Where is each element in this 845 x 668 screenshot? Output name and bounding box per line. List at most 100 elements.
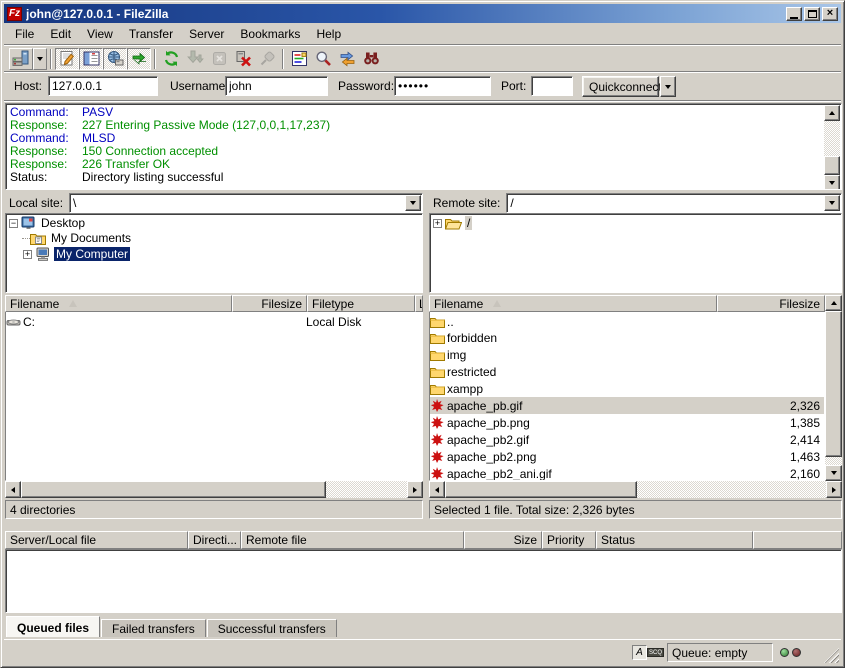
column-label: Priority [547, 533, 584, 547]
tree-item-label: My Documents [49, 231, 133, 245]
file-row[interactable]: .. [430, 312, 824, 329]
menu-bookmarks[interactable]: Bookmarks [232, 25, 308, 43]
site-manager-button[interactable] [9, 48, 33, 70]
toggle-transfer-queue-button[interactable] [127, 48, 151, 70]
scroll-up-button[interactable] [825, 295, 842, 311]
menu-edit[interactable]: Edit [42, 25, 79, 43]
host-input[interactable] [48, 76, 158, 96]
scroll-left-button[interactable] [429, 481, 445, 498]
disconnect-button[interactable] [231, 48, 255, 70]
scroll-down-button[interactable] [824, 175, 840, 190]
scrollbar-track[interactable] [637, 481, 826, 498]
file-row[interactable]: forbidden [430, 329, 824, 346]
tab-failed-transfers[interactable]: Failed transfers [101, 619, 206, 637]
file-row[interactable]: apache_pb2.png 1,463 [430, 448, 824, 465]
scroll-right-button[interactable] [407, 481, 423, 498]
file-row[interactable]: xampp [430, 380, 824, 397]
file-row-c-drive[interactable]: C: Local Disk [6, 312, 422, 329]
tab-queued-files[interactable]: Queued files [6, 616, 100, 637]
toggle-remote-tree-button[interactable] [103, 48, 127, 70]
column-header-server-local-file[interactable]: Server/Local file [5, 531, 188, 549]
expand-icon[interactable]: + [23, 250, 32, 259]
quickconnect-dropdown-button[interactable] [660, 76, 676, 97]
column-label: Status [601, 533, 635, 547]
remote-list-horizontal-scrollbar[interactable] [429, 481, 842, 498]
sort-ascending-icon [69, 300, 77, 307]
file-row[interactable]: restricted [430, 363, 824, 380]
local-site-combo[interactable]: \ [69, 193, 423, 213]
process-queue-button[interactable] [183, 48, 207, 70]
directory-comparison-button[interactable] [335, 48, 359, 70]
collapse-icon[interactable]: − [9, 219, 18, 228]
menu-transfer[interactable]: Transfer [121, 25, 181, 43]
menu-server[interactable]: Server [181, 25, 232, 43]
column-header-priority[interactable]: Priority [542, 531, 596, 549]
scrollbar-thumb[interactable] [825, 311, 842, 457]
scroll-up-button[interactable] [824, 105, 840, 121]
title-bar[interactable]: Fz john@127.0.0.1 - FileZilla × [4, 4, 841, 23]
column-header-status[interactable]: Status [596, 531, 753, 549]
remote-site-combo[interactable]: / [506, 193, 842, 213]
filter-list-icon [291, 50, 308, 67]
site-manager-dropdown-button[interactable] [33, 48, 47, 70]
resize-grip[interactable] [824, 648, 839, 663]
menu-view[interactable]: View [79, 25, 121, 43]
file-row-selected[interactable]: apache_pb.gif 2,326 [430, 397, 824, 414]
scroll-left-button[interactable] [5, 481, 21, 498]
column-header-remote-file[interactable]: Remote file [241, 531, 464, 549]
file-search-button[interactable] [311, 48, 335, 70]
file-row[interactable]: apache_pb.png 1,385 [430, 414, 824, 431]
column-header-filename[interactable]: Filename [5, 295, 232, 312]
expand-icon[interactable]: + [433, 219, 442, 228]
tab-successful-transfers[interactable]: Successful transfers [207, 619, 337, 637]
menu-help[interactable]: Help [308, 25, 349, 43]
filter-button[interactable] [287, 48, 311, 70]
log-vertical-scrollbar[interactable] [824, 105, 840, 188]
minimize-button[interactable] [786, 7, 802, 21]
tree-item-desktop[interactable]: − Desktop [6, 214, 422, 230]
my-computer-icon [35, 247, 51, 261]
scrollbar-track[interactable] [825, 311, 842, 465]
transfer-queue-list[interactable] [5, 549, 842, 613]
cancel-button[interactable] [207, 48, 231, 70]
file-row[interactable]: apache_pb2.gif 2,414 [430, 431, 824, 448]
tree-item-my-documents[interactable]: My Documents [6, 230, 422, 246]
toggle-message-log-button[interactable] [55, 48, 79, 70]
column-header-filesize[interactable]: Filesize [717, 295, 825, 312]
remote-list-vertical-scrollbar[interactable] [825, 295, 842, 481]
tree-item-root[interactable]: + / [430, 214, 841, 230]
tree-item-my-computer[interactable]: + My Computer [6, 246, 422, 262]
column-header-filetype[interactable]: Filetype [307, 295, 415, 312]
column-header-size[interactable]: Size [464, 531, 542, 549]
port-input[interactable] [531, 76, 573, 96]
column-header-filesize[interactable]: Filesize [232, 295, 307, 312]
scrollbar-thumb[interactable] [21, 481, 326, 498]
close-button[interactable]: × [822, 7, 838, 21]
scrollbar-thumb[interactable] [824, 156, 840, 175]
scrollbar-track[interactable] [326, 481, 407, 498]
column-header-direction[interactable]: Directi... [188, 531, 241, 549]
scrollbar-track[interactable] [824, 121, 840, 175]
file-row[interactable]: img [430, 346, 824, 363]
column-header-clipped[interactable]: L [415, 295, 423, 312]
status-badge[interactable]: SCQ [647, 648, 664, 657]
combo-dropdown-button[interactable] [405, 195, 421, 211]
reconnect-button[interactable] [255, 48, 279, 70]
scroll-right-button[interactable] [826, 481, 842, 498]
find-files-button[interactable] [359, 48, 383, 70]
toggle-local-tree-button[interactable] [79, 48, 103, 70]
scroll-down-button[interactable] [825, 465, 842, 481]
password-input[interactable] [394, 76, 491, 96]
combo-dropdown-button[interactable] [824, 195, 840, 211]
username-input[interactable] [225, 76, 328, 96]
refresh-button[interactable] [159, 48, 183, 70]
file-row[interactable]: apache_pb2_ani.gif 2,160 [430, 465, 824, 481]
column-header-filename[interactable]: Filename [429, 295, 717, 312]
maximize-button[interactable] [804, 7, 820, 21]
tree-item-label: Desktop [39, 216, 87, 230]
menu-file[interactable]: File [7, 25, 42, 43]
scrollbar-thumb[interactable] [445, 481, 637, 498]
quickconnect-button[interactable]: Quickconnect [582, 76, 659, 97]
local-list-horizontal-scrollbar[interactable] [5, 481, 423, 498]
transfer-type-indicator[interactable]: A [632, 645, 647, 660]
